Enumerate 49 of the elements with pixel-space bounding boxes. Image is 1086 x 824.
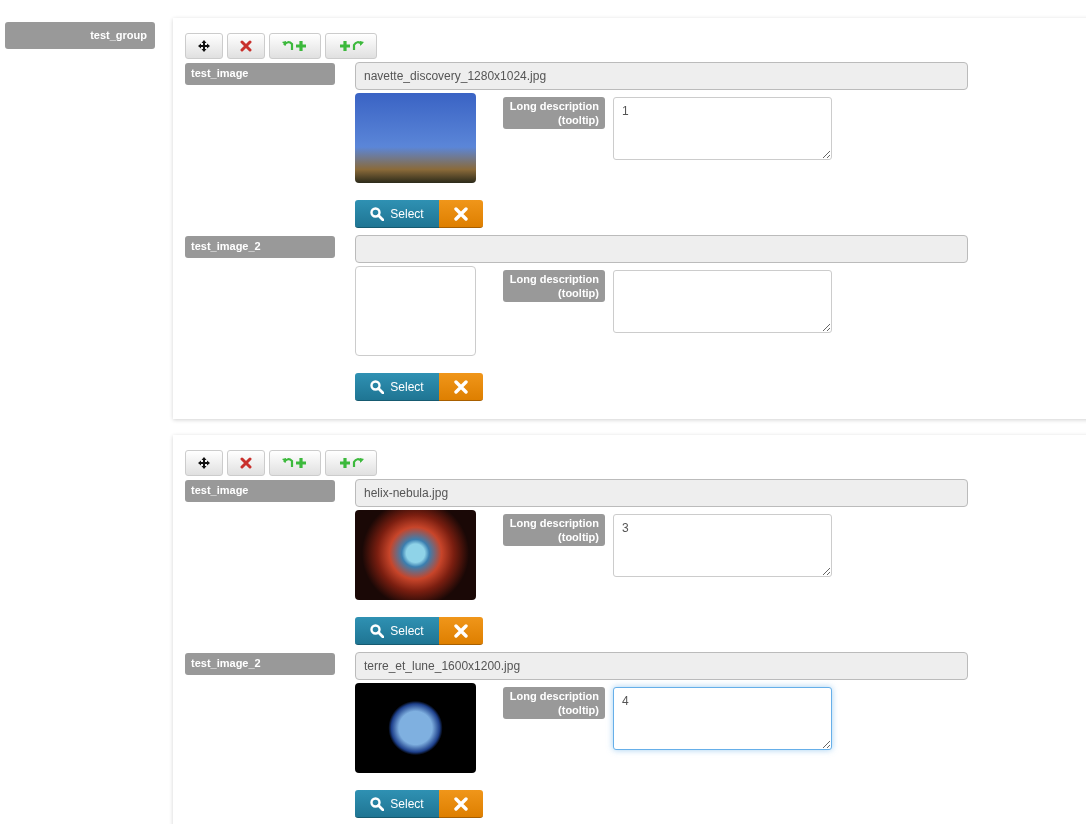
move-icon xyxy=(198,457,210,469)
move-button[interactable] xyxy=(185,33,223,59)
search-icon xyxy=(370,379,385,394)
field-label: test_image xyxy=(185,480,335,502)
description-label: Long description (tooltip) xyxy=(503,687,605,719)
description-label: Long description (tooltip) xyxy=(503,97,605,129)
delete-button[interactable] xyxy=(227,450,265,476)
undo-plus-icon xyxy=(282,39,308,53)
close-icon xyxy=(454,206,468,221)
select-button[interactable]: Select xyxy=(355,200,439,228)
plus-redo-icon xyxy=(338,39,364,53)
filename-field[interactable]: navette_discovery_1280x1024.jpg xyxy=(355,62,968,90)
close-icon xyxy=(454,623,468,638)
delete-button[interactable] xyxy=(227,33,265,59)
filename-field[interactable]: terre_et_lune_1600x1200.jpg xyxy=(355,652,968,680)
close-icon xyxy=(240,40,252,52)
close-icon xyxy=(454,796,468,811)
add-after-button[interactable] xyxy=(325,450,377,476)
group-label: test_group xyxy=(5,22,155,49)
field-label: test_image_2 xyxy=(185,236,335,258)
description-label: Long description (tooltip) xyxy=(503,514,605,546)
add-before-button[interactable] xyxy=(269,33,321,59)
description-field[interactable]: 3 xyxy=(613,514,832,577)
field-label: test_image_2 xyxy=(185,653,335,675)
select-button[interactable]: Select xyxy=(355,373,439,401)
description-label: Long description (tooltip) xyxy=(503,270,605,302)
filename-field[interactable] xyxy=(355,235,968,263)
clear-button[interactable] xyxy=(439,373,483,401)
description-field[interactable]: 4 xyxy=(613,687,832,750)
select-button[interactable]: Select xyxy=(355,790,439,818)
clear-button[interactable] xyxy=(439,617,483,645)
plus-redo-icon xyxy=(338,456,364,470)
filename-field[interactable]: helix-nebula.jpg xyxy=(355,479,968,507)
search-icon xyxy=(370,796,385,811)
undo-plus-icon xyxy=(282,456,308,470)
description-field[interactable]: 1 xyxy=(613,97,832,160)
select-button[interactable]: Select xyxy=(355,617,439,645)
move-button[interactable] xyxy=(185,450,223,476)
field-label: test_image xyxy=(185,63,335,85)
clear-button[interactable] xyxy=(439,790,483,818)
move-icon xyxy=(198,40,210,52)
description-field[interactable] xyxy=(613,270,832,333)
clear-button[interactable] xyxy=(439,200,483,228)
add-before-button[interactable] xyxy=(269,450,321,476)
add-after-button[interactable] xyxy=(325,33,377,59)
close-icon xyxy=(240,457,252,469)
search-icon xyxy=(370,206,385,221)
close-icon xyxy=(454,379,468,394)
search-icon xyxy=(370,623,385,638)
